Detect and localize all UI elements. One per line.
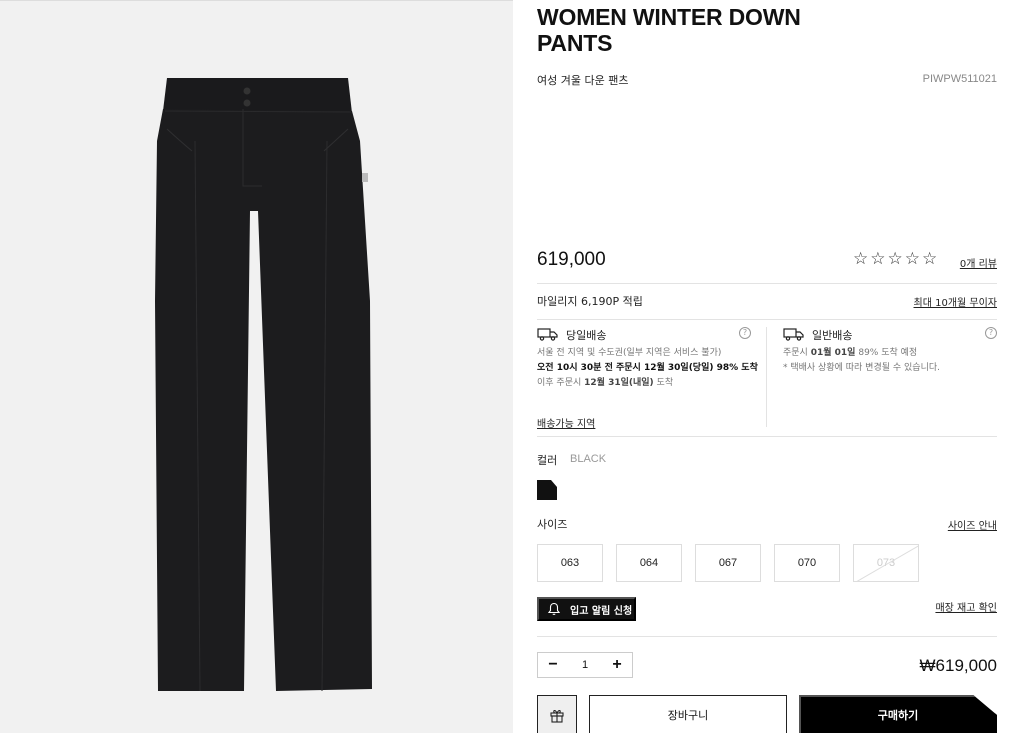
standard-shipping-line1-prefix: 주문시 bbox=[783, 348, 808, 358]
vertical-divider bbox=[766, 327, 767, 427]
standard-shipping: 일반배송 ? 주문시 01월 01일 89% 도착 예정 * 택배사 상황에 따… bbox=[783, 327, 997, 376]
color-value: BLACK bbox=[570, 453, 607, 465]
bell-icon bbox=[547, 602, 561, 616]
gift-icon bbox=[550, 710, 564, 723]
quantity-stepper: − 1 + bbox=[537, 652, 633, 678]
same-day-shipping-line3-suffix: 도착 bbox=[656, 378, 674, 388]
store-stock-link[interactable]: 매장 재고 확인 bbox=[935, 599, 997, 614]
size-guide-link[interactable]: 사이즈 안내 bbox=[948, 517, 997, 532]
same-day-shipping-title: 당일배송 ? bbox=[537, 327, 752, 343]
standard-shipping-line1-suffix: 89% 도착 예정 bbox=[858, 348, 918, 358]
quantity-decrease-button[interactable]: − bbox=[546, 657, 560, 673]
product-code: PIWPW511021 bbox=[922, 73, 997, 85]
total-price: ₩619,000 bbox=[919, 656, 998, 675]
pants-product-image bbox=[155, 78, 372, 692]
standard-shipping-label: 일반배송 bbox=[812, 329, 853, 342]
help-icon[interactable]: ? bbox=[739, 327, 751, 339]
divider bbox=[537, 319, 997, 320]
standard-shipping-line1-date: 01월 01일 bbox=[810, 348, 856, 358]
standard-shipping-line2: * 택배사 상황에 따라 변경될 수 있습니다. bbox=[783, 363, 941, 373]
quantity-increase-button[interactable]: + bbox=[610, 657, 624, 673]
color-swatch-black[interactable] bbox=[537, 480, 557, 500]
rating-stars: ☆☆☆☆☆ bbox=[853, 249, 940, 268]
same-day-shipping-label: 당일배송 bbox=[566, 329, 607, 342]
same-day-shipping-line3-prefix: 이후 주문시 bbox=[537, 378, 582, 388]
product-subtitle: 여성 겨울 다운 팬츠 bbox=[537, 74, 629, 87]
divider bbox=[537, 636, 997, 637]
product-title: WOMEN WINTER DOWN PANTS bbox=[537, 4, 801, 56]
standard-shipping-line1: 주문시 01월 01일 89% 도착 예정 bbox=[783, 346, 997, 361]
size-options: 063 064 067 070 073 bbox=[537, 544, 919, 582]
product-price: 619,000 bbox=[537, 249, 606, 270]
same-day-shipping-line3-date: 12월 31일(내일) bbox=[584, 378, 654, 388]
size-option-063[interactable]: 063 bbox=[537, 544, 603, 582]
size-option-067[interactable]: 067 bbox=[695, 544, 761, 582]
product-image-pane bbox=[0, 0, 513, 733]
delivery-truck-icon bbox=[537, 328, 558, 341]
gift-button[interactable] bbox=[537, 695, 577, 733]
standard-shipping-title: 일반배송 ? bbox=[783, 327, 997, 343]
product-info-panel: WOMEN WINTER DOWN PANTS 여성 겨울 다운 팬츠 PIWP… bbox=[537, 0, 997, 733]
help-icon[interactable]: ? bbox=[985, 327, 997, 339]
quantity-value[interactable]: 1 bbox=[582, 659, 588, 671]
restock-notify-button[interactable]: 입고 알림 신청 bbox=[537, 597, 636, 621]
buy-now-button[interactable]: 구매하기 bbox=[799, 695, 997, 733]
color-label: 컬러 bbox=[537, 454, 558, 467]
restock-notify-label: 입고 알림 신청 bbox=[570, 605, 633, 617]
size-option-073-soldout[interactable]: 073 bbox=[853, 544, 919, 582]
installment-link[interactable]: 최대 10개월 무이자 bbox=[914, 294, 997, 309]
divider bbox=[537, 283, 997, 284]
same-day-shipping-line3: 이후 주문시 12월 31일(내일) 도착 bbox=[537, 376, 752, 391]
divider bbox=[537, 436, 997, 437]
review-link[interactable]: 0개 리뷰 bbox=[960, 255, 997, 270]
mileage-text: 마일리지 6,190P 적립 bbox=[537, 295, 643, 308]
delivery-truck-icon bbox=[783, 328, 804, 341]
add-to-cart-button[interactable]: 장바구니 bbox=[589, 695, 787, 733]
size-option-064[interactable]: 064 bbox=[616, 544, 682, 582]
size-label: 사이즈 bbox=[537, 518, 568, 531]
same-day-shipping-line1: 서울 전 지역 및 수도권(일부 지역은 서비스 불가) bbox=[537, 348, 722, 358]
delivery-area-link[interactable]: 배송가능 지역 bbox=[537, 415, 595, 430]
same-day-shipping: 당일배송 ? 서울 전 지역 및 수도권(일부 지역은 서비스 불가) 오전 1… bbox=[537, 327, 758, 391]
same-day-shipping-line2: 오전 10시 30분 전 주문시 12월 30일(당일) 98% 도착 bbox=[537, 363, 758, 373]
size-option-070[interactable]: 070 bbox=[774, 544, 840, 582]
